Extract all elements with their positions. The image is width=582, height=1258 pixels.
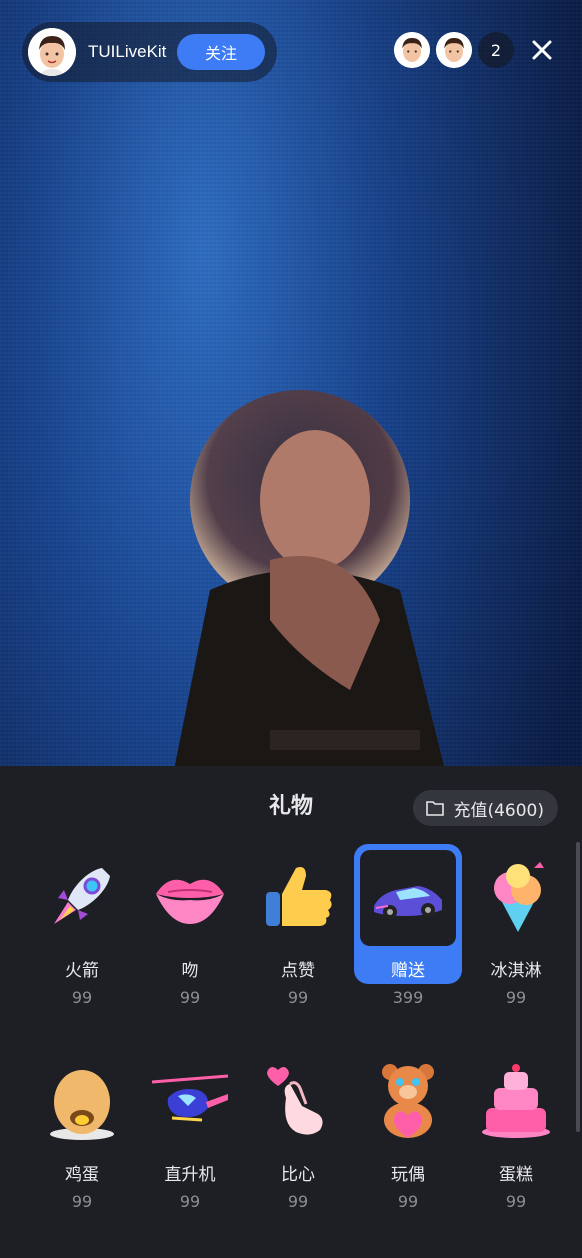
gift-item[interactable]: 火箭 99 — [28, 844, 136, 1007]
gift-name: 冰淇淋 — [490, 961, 542, 981]
close-icon[interactable] — [524, 32, 560, 68]
kiss-lips-icon — [144, 850, 236, 942]
gift-name: 点赞 — [281, 961, 315, 981]
send-gift-label[interactable]: 赠送 — [354, 956, 462, 981]
gift-item[interactable]: 比心 99 — [244, 1048, 352, 1211]
egg-icon — [36, 1054, 128, 1146]
host-avatar[interactable] — [28, 28, 76, 76]
audience-avatar[interactable] — [436, 32, 472, 68]
gift-item[interactable]: 吻 99 — [136, 844, 244, 1007]
gift-price: 99 — [71, 988, 93, 1007]
follow-button[interactable]: 关注 — [177, 34, 265, 70]
thumbs-up-icon — [252, 850, 344, 942]
gift-name: 比心 — [281, 1165, 315, 1185]
teddy-bear-icon — [362, 1054, 454, 1146]
folder-icon — [426, 801, 445, 816]
gift-price: 99 — [287, 1192, 309, 1211]
gift-price: 99 — [287, 988, 309, 1007]
gift-price: 99 — [71, 1192, 93, 1211]
recharge-label: 充值(4600) — [453, 800, 544, 821]
gift-panel-scrollbar[interactable] — [576, 842, 580, 1132]
rocket-icon — [36, 850, 128, 942]
performer-video — [170, 390, 450, 790]
gift-item[interactable]: 玩偶 99 — [354, 1048, 462, 1211]
sports-car-icon — [360, 850, 456, 946]
gift-item[interactable]: 冰淇淋 99 — [462, 844, 570, 1007]
gift-name: 蛋糕 — [499, 1165, 533, 1185]
gift-price: 99 — [397, 1192, 419, 1211]
gift-item[interactable]: 直升机 99 — [136, 1048, 244, 1211]
gift-item[interactable]: 蛋糕 99 — [462, 1048, 570, 1211]
gift-price: 99 — [505, 988, 527, 1007]
audience-count-badge[interactable]: 2 — [478, 32, 514, 68]
gift-item-selected[interactable]: 赠送 399 — [354, 844, 462, 1007]
gift-name: 鸡蛋 — [65, 1165, 99, 1185]
gift-name: 吻 — [181, 961, 199, 981]
gift-item[interactable]: 鸡蛋 99 — [28, 1048, 136, 1211]
gift-panel: 礼物 充值(4600) 火箭 99 吻 99 点赞 99 赠送 399 冰淇淋 … — [0, 766, 582, 1258]
cake-icon — [470, 1054, 562, 1146]
gift-name: 玩偶 — [391, 1165, 425, 1185]
gift-price: 99 — [179, 988, 201, 1007]
host-info-pill[interactable]: TUILiveKit 关注 — [22, 22, 277, 82]
gift-item[interactable]: 点赞 99 — [244, 844, 352, 1007]
host-name: TUILiveKit — [88, 42, 167, 61]
gift-name: 火箭 — [65, 961, 99, 981]
audience-bar: 2 — [394, 32, 560, 68]
gift-price: 99 — [179, 1192, 201, 1211]
gift-price: 99 — [505, 1192, 527, 1211]
live-room-screen: TUILiveKit 关注 2 礼物 充值(4600) 火箭 99 吻 99 点… — [0, 0, 582, 1258]
gift-price: 399 — [392, 988, 424, 1007]
audience-avatar[interactable] — [394, 32, 430, 68]
finger-heart-icon — [252, 1054, 344, 1146]
gift-name: 直升机 — [164, 1165, 216, 1185]
recharge-button[interactable]: 充值(4600) — [413, 790, 558, 826]
helicopter-icon — [144, 1054, 236, 1146]
ice-cream-icon — [470, 850, 562, 942]
